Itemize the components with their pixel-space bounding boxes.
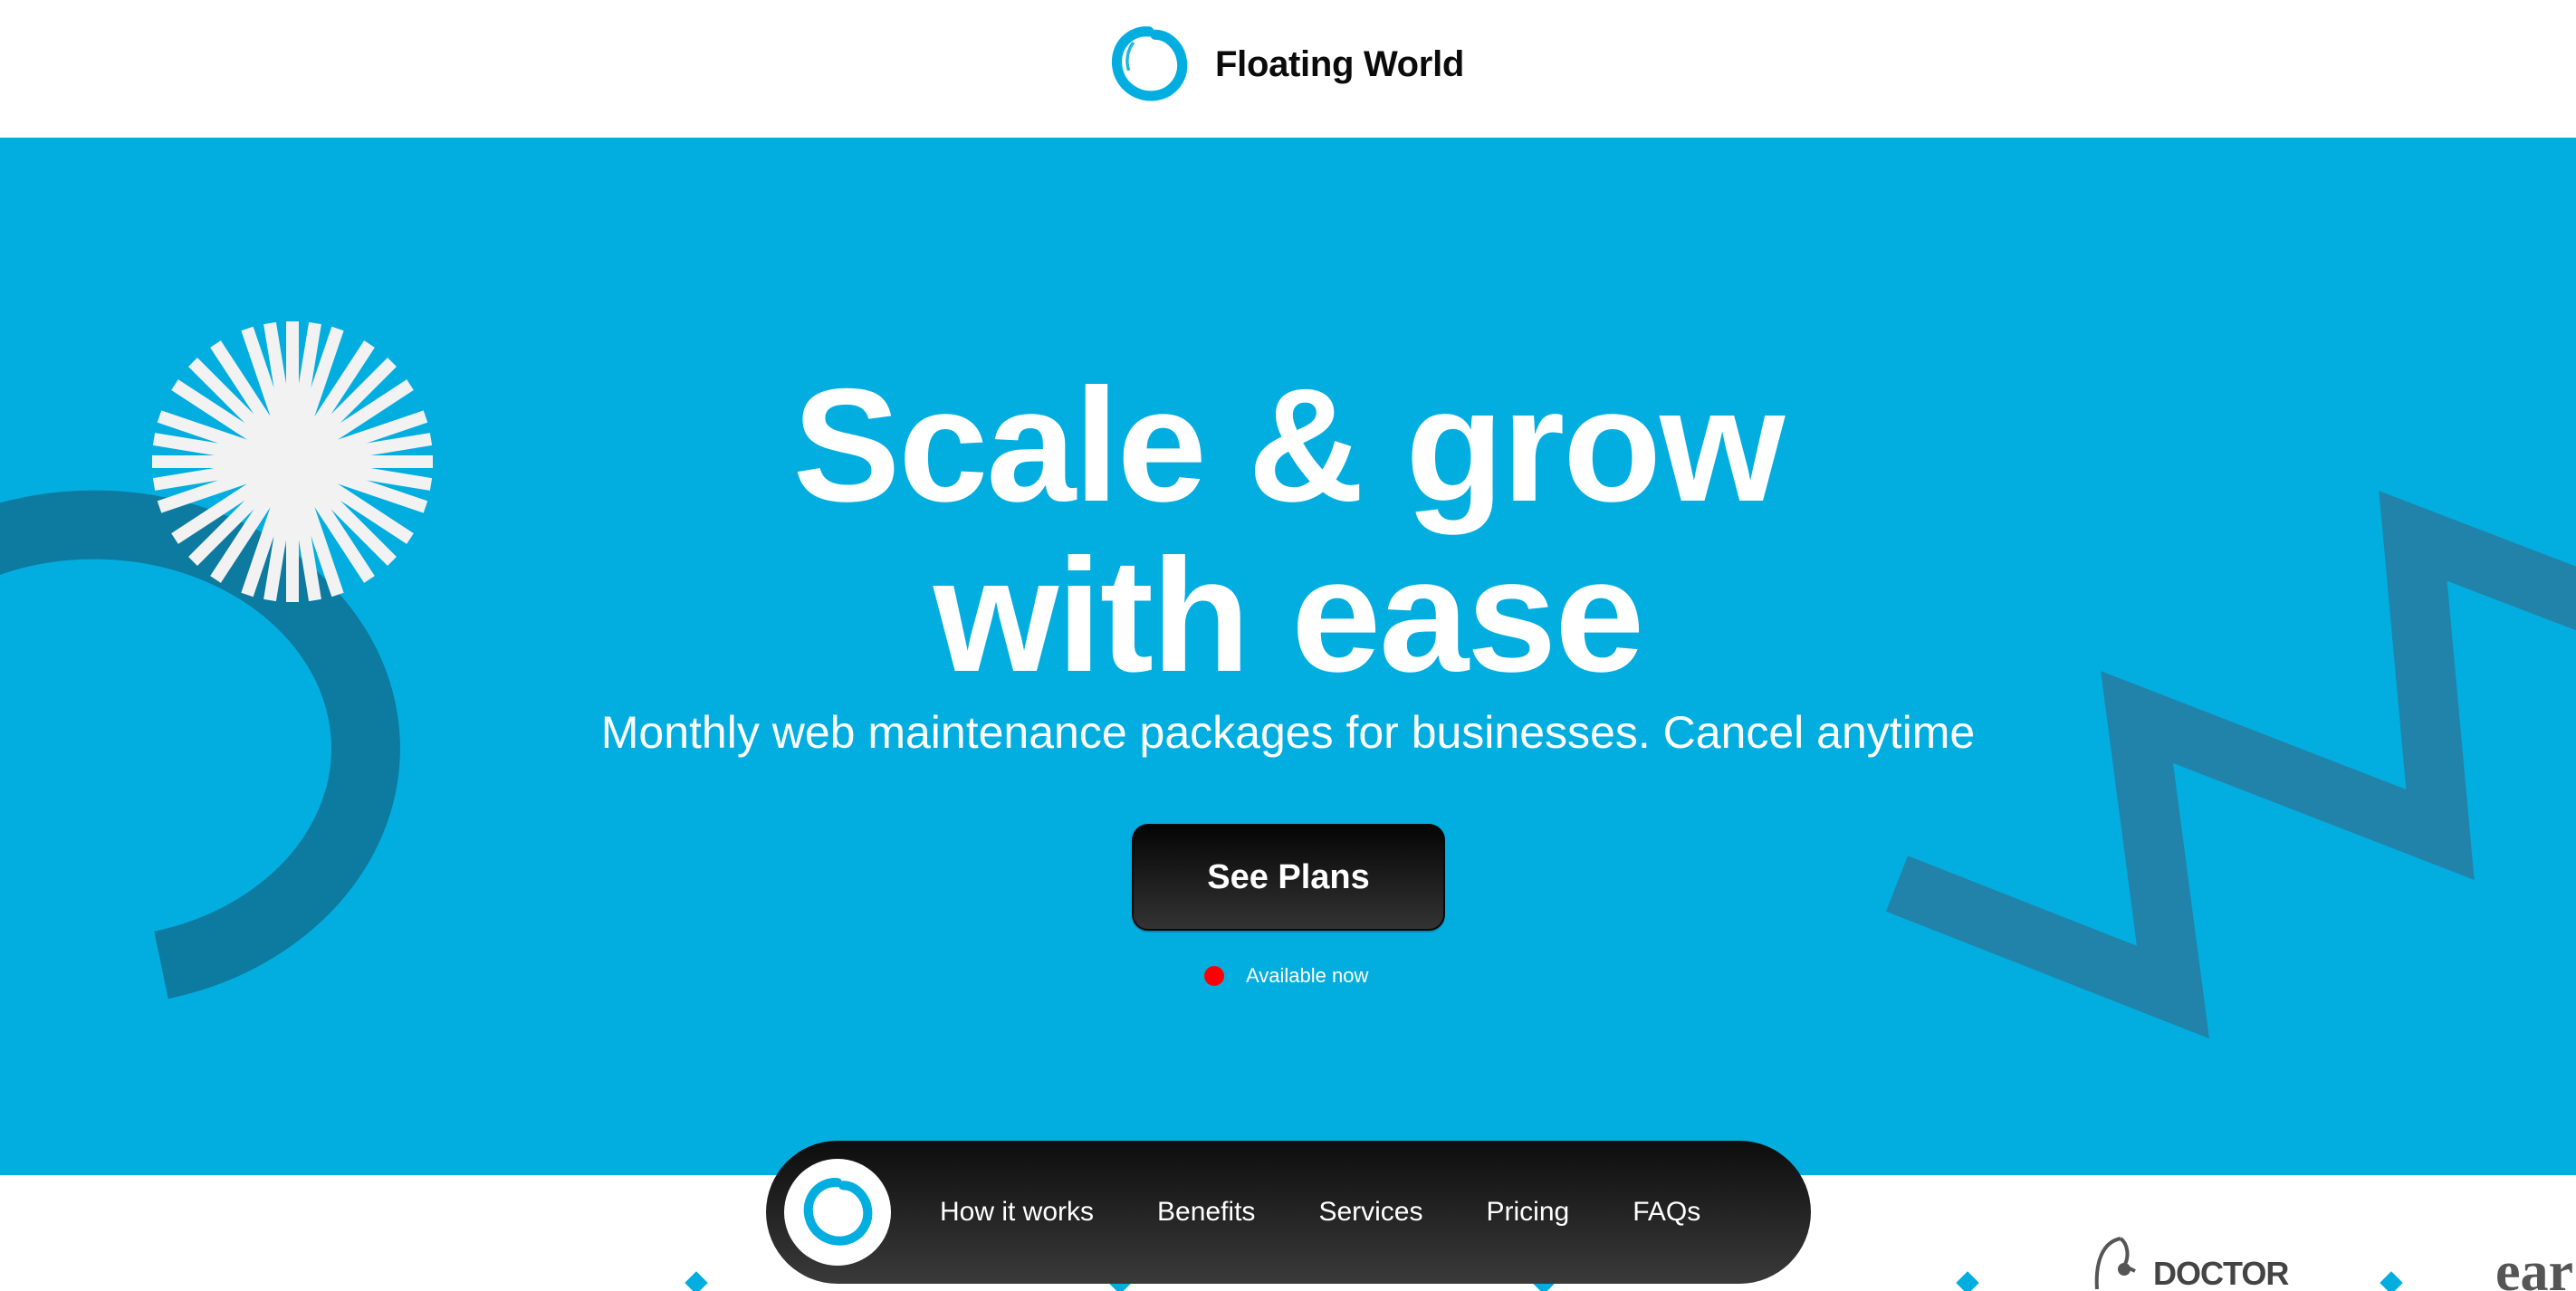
hero-section: Scale & grow with ease Monthly web maint… [0, 138, 2576, 1175]
nav-link-pricing[interactable]: Pricing [1486, 1197, 1569, 1228]
site-header: Floating World [0, 0, 2576, 138]
nav-link-benefits[interactable]: Benefits [1157, 1197, 1255, 1228]
doctor-logo-icon [2094, 1237, 2136, 1290]
diamond-icon [2380, 1271, 2403, 1291]
page: Floating World Scale & grow with ease Mo… [0, 0, 2576, 1291]
partner-doctor: DOCTOR [2153, 1255, 2289, 1291]
status-dot-icon [1204, 966, 1224, 986]
brand[interactable]: Floating World [1110, 24, 1464, 105]
hero-subtitle: Monthly web maintenance packages for bus… [600, 707, 1976, 758]
diamond-icon [685, 1271, 708, 1291]
diamond-icon [1956, 1271, 1979, 1291]
hero-title: Scale & grow with ease [0, 360, 2576, 701]
nav-links: How it works Benefits Services Pricing F… [940, 1141, 1700, 1284]
nav-logo[interactable] [784, 1159, 891, 1266]
partner-ear: ear [2495, 1241, 2574, 1291]
see-plans-button[interactable]: See Plans [1132, 824, 1445, 931]
brand-name: Floating World [1215, 43, 1465, 84]
enso-circle-icon [1112, 26, 1188, 101]
nav-link-how-it-works[interactable]: How it works [940, 1197, 1094, 1228]
status-text: Available now [1246, 964, 1369, 987]
enso-circle-icon [803, 1178, 873, 1246]
nav-link-services[interactable]: Services [1318, 1197, 1422, 1228]
floating-nav: How it works Benefits Services Pricing F… [766, 1141, 1811, 1284]
hero-title-line-2: with ease [933, 525, 1644, 705]
nav-link-faqs[interactable]: FAQs [1633, 1197, 1700, 1228]
hero-title-line-1: Scale & grow [792, 355, 1786, 535]
availability-status: Available now [1204, 960, 1368, 992]
